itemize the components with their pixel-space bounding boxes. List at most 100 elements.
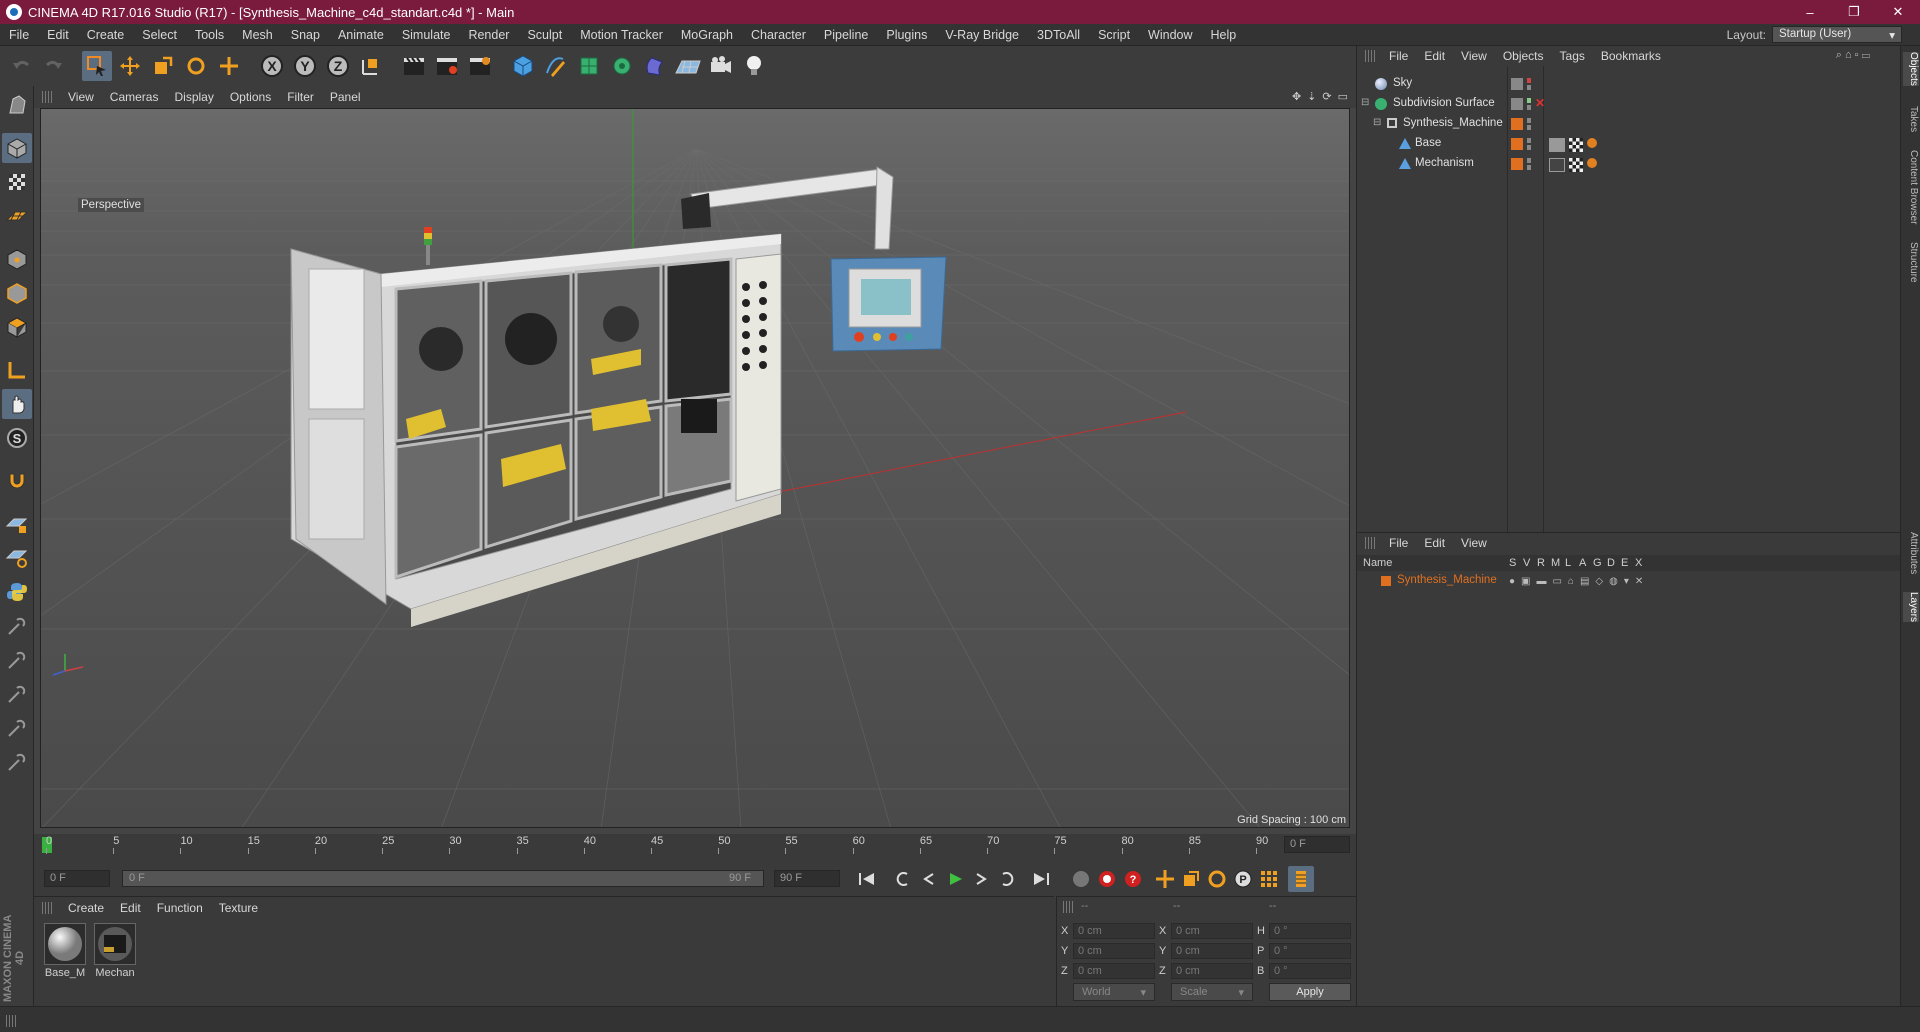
add-deformer-button[interactable] [640, 51, 670, 81]
menu-pipeline[interactable]: Pipeline [815, 28, 877, 42]
sculpt-brush-button-1[interactable] [2, 611, 32, 641]
transform-tool-button[interactable] [214, 51, 244, 81]
rotate-tool-button[interactable] [181, 51, 211, 81]
menu-character[interactable]: Character [742, 28, 815, 42]
mat-menu-edit[interactable]: Edit [112, 901, 149, 915]
tab-content-browser[interactable]: Content Browser [1903, 150, 1919, 224]
axis-mode-button[interactable] [2, 355, 32, 385]
close-button[interactable]: ✕ [1876, 0, 1920, 24]
layer-flag-icons[interactable]: ●▣▬▭⌂▤◇◍▾✕ [1509, 576, 1649, 587]
previous-frame-button[interactable] [916, 866, 942, 892]
vp-menu-display[interactable]: Display [166, 90, 221, 104]
size-z-field[interactable]: 0 cm [1171, 963, 1253, 979]
play-button[interactable] [942, 866, 968, 892]
next-frame-button[interactable] [968, 866, 994, 892]
model-mode-button[interactable] [2, 133, 32, 163]
range-slider[interactable]: 0 F 90 F [122, 870, 764, 887]
visibility-dots-icon[interactable] [1527, 78, 1531, 90]
gripper-icon[interactable] [42, 91, 52, 103]
pan-icon[interactable]: ✥ [1292, 90, 1301, 103]
size-mode-dropdown[interactable]: Scale ▾ [1171, 983, 1253, 1001]
visibility-dots-icon[interactable] [1527, 158, 1531, 170]
coordinate-mode-dropdown[interactable]: World ▾ [1073, 983, 1155, 1001]
layer-menu-file[interactable]: File [1381, 536, 1416, 550]
render-to-picture-viewer-button[interactable] [432, 51, 462, 81]
menu-select[interactable]: Select [133, 28, 186, 42]
layer-swatch-icon[interactable] [1511, 118, 1523, 130]
go-to-start-button[interactable] [854, 866, 880, 892]
layer-swatch-icon[interactable] [1511, 138, 1523, 150]
end-frame-field[interactable]: 90 F [774, 870, 840, 887]
tab-attributes[interactable]: Attributes [1903, 532, 1919, 574]
timeline-ruler[interactable]: 0 5 10 15 20 25 30 35 40 45 50 55 60 65 70 75 80 85 90 0 F [34, 834, 1356, 856]
vp-menu-cameras[interactable]: Cameras [102, 90, 167, 104]
tab-structure[interactable]: Structure [1903, 242, 1919, 283]
go-to-end-button[interactable] [1028, 866, 1054, 892]
uvw-tag-icon[interactable] [1569, 158, 1583, 172]
obj-menu-edit[interactable]: Edit [1416, 49, 1453, 63]
keyframe-selection-button[interactable]: ? [1120, 866, 1146, 892]
previous-key-button[interactable] [890, 866, 916, 892]
visibility-dots-icon[interactable] [1527, 118, 1531, 130]
next-key-button[interactable] [994, 866, 1020, 892]
layer-color-swatch[interactable] [1381, 576, 1391, 586]
gripper-icon[interactable] [1365, 537, 1375, 549]
current-frame-field[interactable]: 0 F [1284, 836, 1350, 853]
add-spline-button[interactable] [541, 51, 571, 81]
render-view-button[interactable] [399, 51, 429, 81]
orbit-icon[interactable]: ⟳ [1322, 90, 1331, 103]
key-pla-button[interactable] [1256, 866, 1282, 892]
rotation-h-field[interactable]: 0 ° [1269, 923, 1351, 939]
mat-menu-create[interactable]: Create [60, 901, 112, 915]
edges-mode-button[interactable] [2, 278, 32, 308]
live-selection-button[interactable] [82, 51, 112, 81]
x-axis-lock-button[interactable]: X [257, 51, 287, 81]
python-button[interactable] [2, 577, 32, 607]
menu-tools[interactable]: Tools [186, 28, 233, 42]
add-generator-button[interactable] [574, 51, 604, 81]
material-swatch-base[interactable]: Base_M [42, 923, 88, 979]
gripper-icon[interactable] [42, 902, 52, 914]
uvw-tag-icon[interactable] [1569, 138, 1583, 152]
menu-simulate[interactable]: Simulate [393, 28, 460, 42]
layer-swatch-icon[interactable] [1511, 78, 1523, 90]
visibility-dots-icon[interactable] [1527, 98, 1531, 110]
object-row-subdivision-surface[interactable]: ⊟ Subdivision Surface ✕ [1357, 94, 1901, 114]
menu-file[interactable]: File [0, 28, 38, 42]
tweak-mode-button[interactable] [2, 389, 32, 419]
object-row-synthesis-machine[interactable]: ⊟ Synthesis_Machine [1357, 114, 1901, 134]
y-axis-lock-button[interactable]: Y [290, 51, 320, 81]
menu-edit[interactable]: Edit [38, 28, 78, 42]
undo-button[interactable] [6, 51, 36, 81]
menu-plugins[interactable]: Plugins [877, 28, 936, 42]
scale-tool-button[interactable] [148, 51, 178, 81]
magnet-button[interactable] [2, 466, 32, 496]
phong-tag-icon[interactable] [1587, 138, 1597, 148]
key-parameter-button[interactable]: P [1230, 866, 1256, 892]
menu-help[interactable]: Help [1202, 28, 1246, 42]
tab-takes[interactable]: Takes [1903, 106, 1919, 132]
vp-menu-options[interactable]: Options [222, 90, 279, 104]
position-z-field[interactable]: 0 cm [1073, 963, 1155, 979]
layout-dropdown[interactable]: Startup (User) ▾ [1772, 26, 1902, 43]
add-floor-button[interactable] [673, 51, 703, 81]
sculpt-brush-button-4[interactable] [2, 713, 32, 743]
key-scale-button[interactable] [1178, 866, 1204, 892]
object-row-base[interactable]: Base [1357, 134, 1901, 154]
add-mograph-button[interactable] [607, 51, 637, 81]
position-y-field[interactable]: 0 cm [1073, 943, 1155, 959]
obj-menu-objects[interactable]: Objects [1495, 49, 1552, 63]
coordinate-system-button[interactable] [356, 51, 386, 81]
gripper-icon[interactable] [1365, 50, 1375, 62]
gripper-icon[interactable] [1063, 901, 1073, 913]
start-frame-field[interactable]: 0 F [44, 870, 110, 887]
minimize-button[interactable]: – [1788, 0, 1832, 24]
z-axis-lock-button[interactable]: Z [323, 51, 353, 81]
make-editable-button[interactable] [2, 90, 32, 120]
menu-mesh[interactable]: Mesh [233, 28, 282, 42]
autokey-button[interactable] [1094, 866, 1120, 892]
maximize-view-icon[interactable]: ▭ [1338, 90, 1348, 103]
maximize-button[interactable]: ❐ [1832, 0, 1876, 24]
menu-sculpt[interactable]: Sculpt [518, 28, 571, 42]
sculpt-brush-button-2[interactable] [2, 645, 32, 675]
